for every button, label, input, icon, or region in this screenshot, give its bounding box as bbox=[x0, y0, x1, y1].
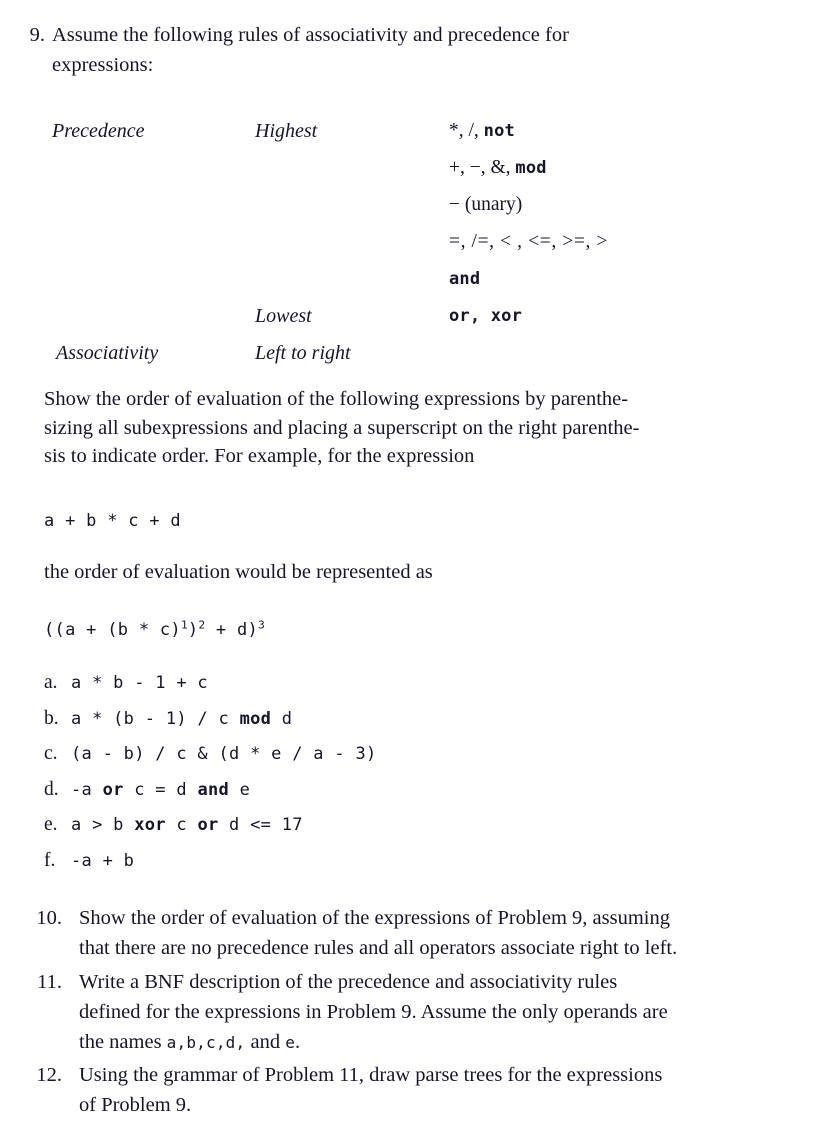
precedence-row-3: − (unary) bbox=[52, 192, 752, 229]
problem-11-number: 11. bbox=[37, 971, 62, 993]
problem-11-line-3-mid: and bbox=[245, 1031, 286, 1053]
problem-11-line-1: Write a BNF description of the precedenc… bbox=[79, 971, 618, 993]
subitem-d-post: c = d bbox=[123, 779, 198, 800]
problem-12-body: Using the grammar of Problem 11, draw pa… bbox=[79, 1060, 817, 1120]
subitem-b-expression: a * (b - 1) / c mod d bbox=[71, 709, 292, 729]
problem-9-intro-line-2: expressions: bbox=[52, 54, 154, 76]
operators-row-6: or, xor bbox=[449, 303, 522, 329]
subitem-f-label: f. bbox=[44, 849, 56, 871]
problem-11: 11. Write a BNF description of the prece… bbox=[17, 967, 817, 1058]
subitem-d: d. -a or c = d and e bbox=[44, 779, 377, 815]
problem-11-line-3-post: . bbox=[295, 1031, 301, 1053]
result-expression-superscript-3: 3 bbox=[258, 618, 265, 632]
operators-row-1-symbols: *, /, bbox=[449, 120, 484, 141]
problem-12-line-2: of Problem 9. bbox=[79, 1094, 192, 1116]
subitem-e-expression: a > b xor c or d <= 17 bbox=[71, 815, 303, 835]
subitem-b: b. a * (b - 1) / c mod d bbox=[44, 708, 377, 744]
precedence-row-1: Precedence Highest *, /, not bbox=[52, 118, 752, 155]
subitem-d-keyword-2: and bbox=[197, 779, 230, 800]
precedence-row-5: and bbox=[52, 266, 752, 303]
problem-12-line-1: Using the grammar of Problem 11, draw pa… bbox=[79, 1064, 663, 1086]
operators-row-3-symbols: − (unary) bbox=[449, 194, 523, 215]
subitem-e-post: c bbox=[165, 815, 198, 835]
problem-11-line-3-pre: the names bbox=[79, 1031, 167, 1053]
subitem-c: c. (a - b) / c & (d * e / a - 3) bbox=[44, 743, 377, 779]
subitem-d-pre: -a bbox=[71, 779, 103, 800]
precedence-row-2: +, −, &, mod bbox=[52, 155, 752, 192]
operators-row-5: and bbox=[449, 266, 480, 292]
subitem-a-label: a. bbox=[44, 672, 58, 693]
subitem-e-post-2: d <= 17 bbox=[218, 815, 303, 835]
problem-10-line-2: that there are no precedence rules and a… bbox=[79, 937, 678, 959]
precedence-label: Precedence bbox=[52, 120, 145, 142]
operators-row-4: =, /=, < , <=, >=, > bbox=[449, 229, 608, 255]
precedence-row-6: Lowest or, xor bbox=[52, 303, 752, 340]
subitem-e: e. a > b xor c or d <= 17 bbox=[44, 814, 377, 850]
problem-11-line-3: the names a,b,c,d, and e. bbox=[79, 1027, 817, 1058]
subitem-d-post-2: e bbox=[229, 779, 251, 800]
problem-11-body: Write a BNF description of the precedenc… bbox=[79, 967, 817, 1058]
problem-9-body-line-1: Show the order of evaluation of the foll… bbox=[44, 388, 629, 410]
problem-12-number: 12. bbox=[36, 1064, 62, 1086]
problem-9-number: 9. bbox=[29, 24, 45, 46]
problem-10-body: Show the order of evaluation of the expr… bbox=[79, 903, 817, 963]
subitem-d-label: d. bbox=[44, 778, 59, 800]
precedence-row-4: =, /=, < , <=, >=, > bbox=[52, 229, 752, 266]
precedence-table: Precedence Highest *, /, not +, −, &, mo… bbox=[52, 118, 752, 370]
highest-label: Highest bbox=[255, 120, 318, 142]
problem-9-body-line-3: sis to indicate order. For example, for … bbox=[44, 445, 475, 467]
operators-row-5-keyword: and bbox=[449, 269, 481, 289]
subitem-f-expression: -a + b bbox=[71, 850, 135, 871]
operators-row-6-keyword: or, xor bbox=[449, 306, 523, 326]
associativity-value: Left to right bbox=[255, 342, 351, 364]
problem-9: 9. Assume the following rules of associa… bbox=[18, 20, 813, 80]
problem-11-line-2: defined for the expressions in Problem 9… bbox=[79, 1001, 668, 1023]
operators-row-3: − (unary) bbox=[449, 192, 522, 218]
subitem-a-expression: a * b - 1 + c bbox=[71, 673, 208, 693]
problem-10-line-1: Show the order of evaluation of the expr… bbox=[79, 907, 670, 929]
example-expression: a + b * c + d bbox=[44, 511, 181, 531]
problem-10: 10. Show the order of evaluation of the … bbox=[17, 903, 817, 963]
subitem-e-keyword-1: xor bbox=[134, 815, 166, 835]
subitem-b-pre: a * (b - 1) / c bbox=[71, 708, 240, 729]
subitem-b-label: b. bbox=[44, 707, 59, 729]
problem-9-body-line-2: sizing all subexpressions and placing a … bbox=[44, 416, 640, 439]
problem-12: 12. Using the grammar of Problem 11, dra… bbox=[17, 1060, 817, 1120]
subitem-e-pre: a > b bbox=[71, 815, 135, 835]
subitem-c-label: c. bbox=[44, 743, 58, 764]
result-expression-part-2: ) bbox=[187, 620, 199, 640]
result-expression-part-3: + d) bbox=[205, 620, 259, 640]
document-page: 9. Assume the following rules of associa… bbox=[0, 0, 831, 1127]
associativity-label: Associativity bbox=[56, 342, 159, 364]
result-expression: ((a + (b * c)1)2 + d)3 bbox=[44, 617, 265, 643]
operators-row-4-symbols: =, /=, < , <=, >=, > bbox=[449, 231, 609, 252]
subitem-e-keyword-2: or bbox=[197, 815, 219, 835]
operators-row-1-keyword: not bbox=[483, 121, 515, 141]
result-expression-part-1: ((a + (b * c) bbox=[44, 620, 181, 640]
problem-10-number: 10. bbox=[36, 907, 62, 929]
subitem-b-post: d bbox=[271, 708, 293, 729]
subitem-e-label: e. bbox=[44, 814, 58, 835]
problem-11-operand-names: a,b,c,d, bbox=[166, 1033, 246, 1052]
subitem-f: f. -a + b bbox=[44, 850, 377, 886]
operators-row-1: *, /, not bbox=[449, 118, 515, 144]
subitem-d-expression: -a or c = d and e bbox=[71, 780, 250, 800]
precedence-row-7: Associativity Left to right bbox=[52, 340, 752, 370]
problem-9-intro: Assume the following rules of associativ… bbox=[52, 20, 813, 80]
subitem-b-keyword: mod bbox=[239, 708, 272, 729]
problem-9-subitem-list: a. a * b - 1 + c b. a * (b - 1) / c mod d … bbox=[44, 672, 377, 885]
operators-row-2: +, −, &, mod bbox=[449, 155, 547, 181]
result-expression-superscript-1: 1 bbox=[180, 618, 188, 632]
subitem-a: a. a * b - 1 + c bbox=[44, 672, 377, 708]
subitem-d-keyword-1: or bbox=[102, 779, 124, 800]
problem-9-body-line-4: the order of evaluation would be represe… bbox=[44, 561, 433, 583]
subitem-c-expression: (a - b) / c & (d * e / a - 3) bbox=[71, 744, 377, 764]
problem-9-body: Show the order of evaluation of the foll… bbox=[44, 385, 804, 471]
operators-row-2-symbols: +, −, &, bbox=[449, 157, 516, 178]
problem-9-intro-line-1: Assume the following rules of associativ… bbox=[52, 24, 569, 46]
lowest-label: Lowest bbox=[255, 305, 312, 327]
operators-row-2-keyword: mod bbox=[515, 158, 547, 178]
problem-11-operand-name-e: e bbox=[285, 1033, 296, 1052]
